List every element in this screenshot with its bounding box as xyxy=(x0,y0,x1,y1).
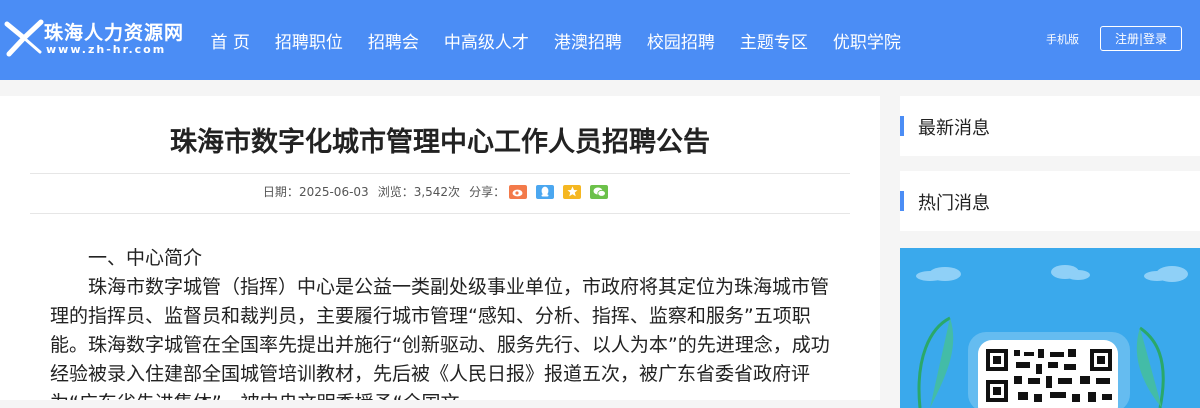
logo-url: www.zh-hr.com xyxy=(46,43,167,56)
date-label: 日期： xyxy=(262,185,299,199)
divider xyxy=(30,173,850,174)
section-heading: 一、中心简介 xyxy=(88,247,203,269)
app-download-banner[interactable] xyxy=(900,248,1200,408)
qzone-icon[interactable] xyxy=(563,184,582,199)
views-label: 浏览： xyxy=(377,185,414,199)
date-meta: 日期：2025-06-03 xyxy=(263,183,369,200)
nav-job-fairs[interactable]: 招聘会 xyxy=(368,28,419,53)
mobile-version-link[interactable]: 手机版 xyxy=(1046,31,1079,47)
nav-senior-talent[interactable]: 中高级人才 xyxy=(444,28,529,53)
logo-name: 珠海人力资源网 xyxy=(44,22,185,44)
panel-accent-bar xyxy=(900,116,904,136)
article-meta: 日期：2025-06-03 浏览：3,542次 分享： xyxy=(0,183,880,200)
nav-home[interactable]: 首 页 xyxy=(211,28,250,53)
qq-icon[interactable] xyxy=(536,184,555,199)
views-value: 3,542次 xyxy=(413,185,461,199)
article-title: 珠海市数字化城市管理中心工作人员招聘公告 xyxy=(170,127,710,158)
nav-academy[interactable]: 优职学院 xyxy=(833,28,901,53)
register-login-button[interactable]: 注册|登录 xyxy=(1100,26,1182,51)
latest-news-panel: 最新消息 xyxy=(900,96,1200,156)
views-meta: 浏览：3,542次 xyxy=(378,183,460,200)
date-value: 2025-06-03 xyxy=(298,185,369,199)
nav-campus-jobs[interactable]: 校园招聘 xyxy=(647,28,715,53)
top-navigation-bar: 珠海人力资源网 www.zh-hr.com 首 页 招聘职位 招聘会 中高级人才… xyxy=(0,0,1200,80)
nav-topics[interactable]: 主题专区 xyxy=(740,28,808,53)
divider xyxy=(30,213,850,214)
hot-news-title: 热门消息 xyxy=(918,193,990,214)
logo-mark-icon xyxy=(4,19,44,57)
share-label: 分享： xyxy=(469,185,506,199)
banner-illustration xyxy=(916,265,1188,408)
wechat-icon[interactable] xyxy=(590,184,609,199)
hot-news-panel: 热门消息 xyxy=(900,171,1200,231)
latest-news-title: 最新消息 xyxy=(918,118,990,139)
main-nav: 首 页 招聘职位 招聘会 中高级人才 港澳招聘 校园招聘 主题专区 优职学院 xyxy=(198,0,913,80)
weibo-icon[interactable] xyxy=(509,184,528,199)
nav-hk-macau-jobs[interactable]: 港澳招聘 xyxy=(554,28,622,53)
article-body: 一、中心简介 珠海市数字城管（指挥）中心是公益一类副处级事业单位，市政府将其定位… xyxy=(50,244,832,400)
panel-accent-bar xyxy=(900,191,904,211)
nav-jobs[interactable]: 招聘职位 xyxy=(275,28,343,53)
site-logo[interactable]: 珠海人力资源网 www.zh-hr.com xyxy=(4,16,194,60)
article-paragraph: 珠海市数字城管（指挥）中心是公益一类副处级事业单位，市政府将其定位为珠海城市管理… xyxy=(50,276,830,400)
qr-code-icon xyxy=(984,347,1116,408)
article-panel: 珠海市数字化城市管理中心工作人员招聘公告 日期：2025-06-03 浏览：3,… xyxy=(0,96,880,400)
